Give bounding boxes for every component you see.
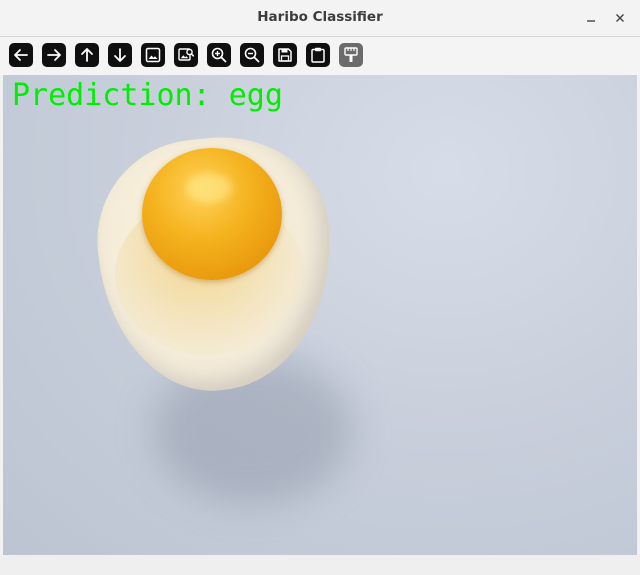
image-search-icon — [178, 48, 195, 61]
arrow-left-icon — [14, 49, 28, 61]
prediction-label: Prediction: egg — [12, 78, 283, 113]
title-bar[interactable]: Haribo Classifier — [0, 0, 640, 37]
down-button[interactable] — [108, 43, 132, 67]
minimize-button[interactable] — [580, 7, 602, 29]
minimize-icon — [587, 20, 595, 22]
save-icon — [278, 48, 292, 62]
forward-button[interactable] — [42, 43, 66, 67]
arrow-up-icon — [81, 48, 93, 62]
arrow-right-icon — [47, 49, 61, 61]
image-icon — [145, 47, 161, 63]
close-button[interactable] — [609, 7, 631, 29]
close-icon — [616, 14, 624, 22]
fit-image-button[interactable] — [141, 43, 165, 67]
copy-button[interactable] — [306, 43, 330, 67]
save-button[interactable] — [273, 43, 297, 67]
zoom-in-icon — [211, 47, 227, 63]
zoom-in-button[interactable] — [207, 43, 231, 67]
back-button[interactable] — [9, 43, 33, 67]
image-view[interactable]: Prediction: egg — [3, 75, 637, 555]
app-window: Haribo Classifier Prediction: egg — [0, 0, 640, 575]
zoom-out-icon — [244, 47, 260, 63]
image-info-button[interactable] — [174, 43, 198, 67]
toolbar — [0, 37, 640, 75]
candy-egg-yolk — [142, 148, 282, 280]
yolk-highlight — [186, 173, 232, 203]
window-title: Haribo Classifier — [257, 9, 383, 25]
arrow-down-icon — [114, 48, 126, 62]
clipboard-icon — [311, 47, 325, 63]
zoom-out-button[interactable] — [240, 43, 264, 67]
paint-brush-icon — [344, 47, 358, 62]
up-button[interactable] — [75, 43, 99, 67]
status-bar — [0, 555, 640, 575]
properties-button[interactable] — [339, 43, 363, 67]
